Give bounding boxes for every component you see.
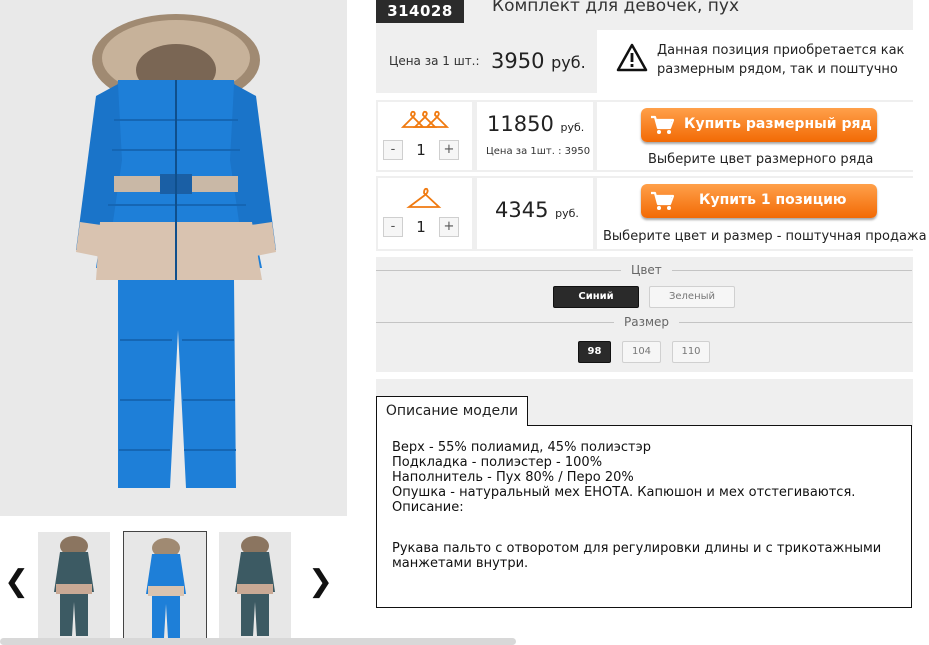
price-value: 3950 руб. xyxy=(491,49,586,73)
set-qty-minus-button[interactable]: - xyxy=(383,140,403,160)
description-paragraph: Рукава пальто с отворотом для регулировк… xyxy=(392,541,882,571)
set-hint: Выберите цвет размерного ряда xyxy=(648,152,874,167)
description-tab[interactable]: Описание модели xyxy=(376,396,528,426)
single-qty-plus-button[interactable]: + xyxy=(439,217,459,237)
size-option-98[interactable]: 98 xyxy=(578,341,611,363)
description-line: Верх - 55% полиамид, 45% полиэстэр xyxy=(392,440,652,455)
size-section-label: Размер xyxy=(614,315,680,329)
description-line: Опушка - натуральный мех ЕНОТА. Капюшон … xyxy=(392,485,856,500)
thumbnail-dark-jacket[interactable] xyxy=(38,532,110,638)
gallery-next-arrow-icon[interactable]: ❯ xyxy=(308,566,333,598)
price-label: Цена за 1 шт.: xyxy=(389,54,480,68)
set-price: 11850 руб. xyxy=(487,112,585,136)
set-qty-value[interactable]: 1 xyxy=(403,140,439,160)
buy-size-set-label: Купить размерный ряд xyxy=(684,116,872,132)
description-box: Верх - 55% полиамид, 45% полиэстэр Подкл… xyxy=(376,425,912,608)
gallery-prev-arrow-icon[interactable]: ❮ xyxy=(4,566,29,598)
thumbnail-dark-jacket-2[interactable] xyxy=(219,532,291,638)
warning-icon xyxy=(616,43,648,72)
single-qty-minus-button[interactable]: - xyxy=(383,217,403,237)
product-title: Комплект для девочек, пух xyxy=(492,0,740,16)
cart-icon xyxy=(651,191,674,210)
cart-icon xyxy=(651,115,674,134)
product-sku: 314028 xyxy=(376,0,464,23)
single-price: 4345 руб. xyxy=(495,198,579,222)
buy-single-label: Купить 1 позицию xyxy=(699,192,847,208)
set-per-unit-price: Цена за 1шт. : 3950 xyxy=(486,146,591,157)
description-line: Наполнитель - Пух 80% / Перо 20% xyxy=(392,470,634,485)
single-qty-value[interactable]: 1 xyxy=(403,217,439,237)
buy-size-set-button[interactable]: Купить размерный ряд xyxy=(641,108,877,142)
description-line: Описание: xyxy=(392,500,464,515)
girls-down-suit-image xyxy=(76,14,276,488)
set-quantity-stepper[interactable]: - 1 + xyxy=(383,140,459,160)
set-qty-plus-button[interactable]: + xyxy=(439,140,459,160)
size-option-104[interactable]: 104 xyxy=(622,341,661,363)
color-section-label: Цвет xyxy=(621,263,672,277)
thumbnail-blue-jacket[interactable] xyxy=(123,531,207,639)
horizontal-scrollbar[interactable] xyxy=(0,638,516,645)
description-line: Подкладка - полиэстер - 100% xyxy=(392,455,603,470)
notice-text: Данная позиция приобретается как размерн… xyxy=(657,43,905,77)
size-option-110[interactable]: 110 xyxy=(672,341,710,363)
hangers-group-icon xyxy=(401,110,449,128)
product-main-photo[interactable] xyxy=(0,0,347,516)
color-option-blue[interactable]: Синий xyxy=(553,286,639,308)
single-hint: Выберите цвет и размер - поштучная прода… xyxy=(603,229,927,244)
buy-single-button[interactable]: Купить 1 позицию xyxy=(641,184,877,218)
single-quantity-stepper[interactable]: - 1 + xyxy=(383,217,459,237)
color-option-green[interactable]: Зеленый xyxy=(649,286,735,308)
hanger-icon xyxy=(406,187,442,208)
